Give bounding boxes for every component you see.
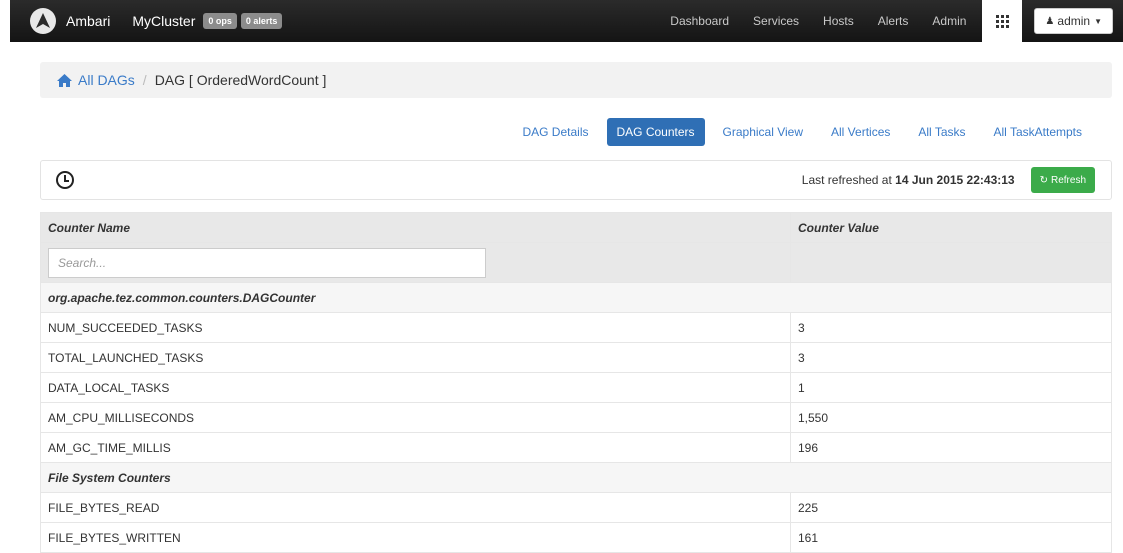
nav-links: Dashboard Services Hosts Alerts Admin ♟ … bbox=[658, 0, 1123, 42]
chevron-down-icon: ▼ bbox=[1094, 16, 1102, 26]
counters-table: Counter Name Counter Value org.apache.te… bbox=[40, 212, 1112, 553]
top-navbar: Ambari MyCluster 0 ops 0 alerts Dashboar… bbox=[10, 0, 1123, 42]
table-row: NUM_SUCCEEDED_TASKS 3 bbox=[40, 312, 1112, 343]
search-input[interactable] bbox=[48, 247, 486, 278]
dag-tabs: DAG Details DAG Counters Graphical View … bbox=[504, 118, 1092, 146]
filter-cell-empty bbox=[790, 242, 1112, 283]
home-icon[interactable] bbox=[56, 73, 73, 88]
counter-value: 161 bbox=[790, 522, 1112, 553]
user-menu-button[interactable]: ♟ admin ▼ bbox=[1034, 8, 1113, 34]
ops-badge[interactable]: 0 ops bbox=[203, 13, 237, 29]
tab-graphical-view[interactable]: Graphical View bbox=[713, 118, 813, 146]
alerts-badge[interactable]: 0 alerts bbox=[240, 13, 283, 29]
refresh-button[interactable]: ↻ Refresh bbox=[1030, 167, 1095, 193]
counter-value: 196 bbox=[790, 432, 1112, 463]
breadcrumb-all-dags[interactable]: All DAGs bbox=[78, 72, 135, 88]
counter-value: 225 bbox=[790, 492, 1112, 523]
last-refreshed-text: Last refreshed at 14 Jun 2015 22:43:13 bbox=[802, 173, 1015, 187]
breadcrumb: All DAGs / DAG [ OrderedWordCount ] bbox=[40, 62, 1112, 98]
counter-group-name: File System Counters bbox=[40, 462, 1112, 493]
last-refreshed-label: Last refreshed at bbox=[801, 173, 892, 187]
refresh-area: Last refreshed at 14 Jun 2015 22:43:13 ↻… bbox=[802, 167, 1111, 193]
column-header-counter-value[interactable]: Counter Value bbox=[790, 212, 1112, 243]
tab-all-taskattempts[interactable]: All TaskAttempts bbox=[984, 118, 1092, 146]
tab-all-vertices[interactable]: All Vertices bbox=[821, 118, 900, 146]
filter-row bbox=[40, 242, 1112, 283]
table-row: AM_GC_TIME_MILLIS 196 bbox=[40, 432, 1112, 463]
breadcrumb-current: DAG [ OrderedWordCount ] bbox=[154, 72, 327, 88]
counter-group-row: org.apache.tez.common.counters.DAGCounte… bbox=[40, 282, 1112, 313]
counter-name: FILE_BYTES_READ bbox=[40, 492, 791, 523]
tab-dag-details[interactable]: DAG Details bbox=[512, 118, 598, 146]
breadcrumb-separator: / bbox=[142, 72, 147, 88]
ambari-logo-icon[interactable] bbox=[30, 8, 56, 34]
nav-dashboard[interactable]: Dashboard bbox=[658, 14, 741, 28]
counter-name: DATA_LOCAL_TASKS bbox=[40, 372, 791, 403]
filter-cell bbox=[40, 242, 791, 283]
counter-name: AM_GC_TIME_MILLIS bbox=[40, 432, 791, 463]
refresh-bar: Last refreshed at 14 Jun 2015 22:43:13 ↻… bbox=[40, 160, 1112, 200]
nav-alerts[interactable]: Alerts bbox=[866, 14, 921, 28]
user-name: admin bbox=[1057, 14, 1091, 28]
nav-admin[interactable]: Admin bbox=[920, 14, 978, 28]
counter-value: 1 bbox=[790, 372, 1112, 403]
counter-value: 3 bbox=[790, 342, 1112, 373]
counter-group-name: org.apache.tez.common.counters.DAGCounte… bbox=[40, 282, 1112, 313]
user-icon: ♟ bbox=[1045, 15, 1055, 27]
counter-value: 3 bbox=[790, 312, 1112, 343]
counter-name: TOTAL_LAUNCHED_TASKS bbox=[40, 342, 791, 373]
counter-group-row: File System Counters bbox=[40, 462, 1112, 493]
refresh-button-label: Refresh bbox=[1050, 174, 1086, 186]
brand-name[interactable]: Ambari bbox=[66, 13, 110, 29]
nav-hosts[interactable]: Hosts bbox=[811, 14, 866, 28]
table-row: AM_CPU_MILLISECONDS 1,550 bbox=[40, 402, 1112, 433]
counter-name: AM_CPU_MILLISECONDS bbox=[40, 402, 791, 433]
counter-name: NUM_SUCCEEDED_TASKS bbox=[40, 312, 791, 343]
counter-value: 1,550 bbox=[790, 402, 1112, 433]
table-row: FILE_BYTES_READ 225 bbox=[40, 492, 1112, 523]
refresh-icon: ↻ bbox=[1039, 174, 1048, 186]
table-row: DATA_LOCAL_TASKS 1 bbox=[40, 372, 1112, 403]
tab-all-tasks[interactable]: All Tasks bbox=[908, 118, 975, 146]
table-row: TOTAL_LAUNCHED_TASKS 3 bbox=[40, 342, 1112, 373]
cluster-name[interactable]: MyCluster bbox=[132, 13, 195, 29]
table-row: FILE_BYTES_WRITTEN 161 bbox=[40, 522, 1112, 553]
nav-services[interactable]: Services bbox=[741, 14, 811, 28]
table-header-row: Counter Name Counter Value bbox=[40, 212, 1112, 243]
apps-grid-button[interactable] bbox=[982, 0, 1023, 42]
counter-name: FILE_BYTES_WRITTEN bbox=[40, 522, 791, 553]
tab-dag-counters[interactable]: DAG Counters bbox=[606, 118, 705, 146]
column-header-counter-name[interactable]: Counter Name bbox=[40, 212, 791, 243]
clock-icon[interactable] bbox=[56, 171, 74, 189]
grid-icon bbox=[995, 14, 1009, 28]
last-refreshed-timestamp: 14 Jun 2015 22:43:13 bbox=[895, 173, 1015, 187]
